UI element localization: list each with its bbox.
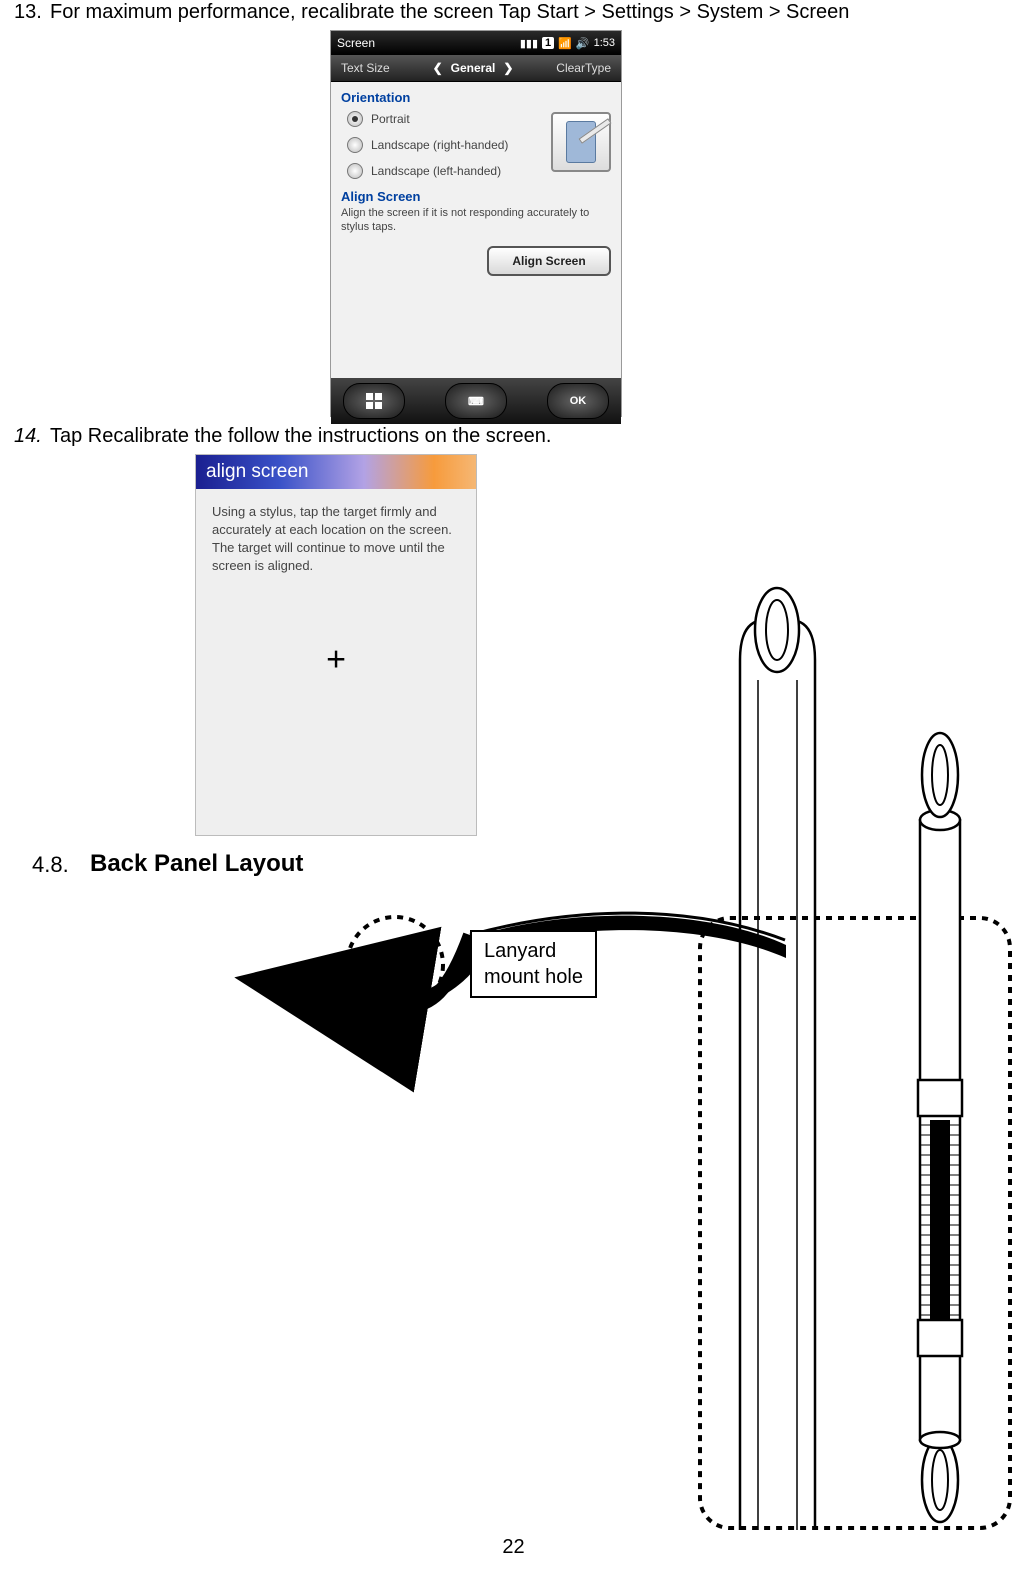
step-13-number: 13. xyxy=(14,0,42,24)
keyboard-icon: ⌨ xyxy=(468,395,484,408)
battery-icon: ▮▮▮ xyxy=(520,37,538,50)
page-number: 22 xyxy=(502,1536,524,1559)
align-screen-desc: Align the screen if it is not responding… xyxy=(341,206,611,234)
align-shot-title: align screen xyxy=(196,455,476,489)
step-13-text: For maximum performance, recalibrate the… xyxy=(50,0,970,24)
wm-title: Screen xyxy=(337,36,520,50)
wm-tab-bar: Text Size ❮ General ❯ ClearType xyxy=(331,55,621,82)
screen-settings-screenshot: Screen ▮▮▮ 1 📶 🔊 1:53 Text Size ❮ Genera… xyxy=(330,30,622,417)
radio-button-icon xyxy=(347,163,363,179)
section-number: 4.8. xyxy=(32,852,69,878)
volume-icon: 🔊 xyxy=(576,37,590,50)
wm-bottom-bar: ⌨ OK xyxy=(331,378,621,424)
tab-general[interactable]: ❮ General ❯ xyxy=(433,61,514,75)
signal-icon: 📶 xyxy=(558,37,572,50)
radio-landscape-right-label: Landscape (right-handed) xyxy=(371,138,508,152)
tab-general-label: General xyxy=(451,61,496,75)
ok-button[interactable]: OK xyxy=(547,383,609,419)
start-button[interactable] xyxy=(343,383,405,419)
align-shot-text: Using a stylus, tap the target firmly an… xyxy=(196,489,476,589)
align-screen-header: Align Screen xyxy=(341,189,611,204)
radio-button-icon xyxy=(347,137,363,153)
lanyard-label: Lanyard mount hole xyxy=(470,930,597,998)
orientation-preview xyxy=(551,112,611,172)
wm-body: Orientation Portrait Landscape (right-ha… xyxy=(331,82,621,378)
sim-indicator: 1 xyxy=(542,37,554,49)
step-14-number: 14. xyxy=(14,424,42,448)
step-14-text: Tap Recalibrate the follow the instructi… xyxy=(50,424,850,448)
wm-tray: ▮▮▮ 1 📶 🔊 1:53 xyxy=(520,37,615,50)
orientation-header: Orientation xyxy=(341,90,611,105)
align-screen-screenshot: align screen Using a stylus, tap the tar… xyxy=(195,454,477,836)
align-screen-button[interactable]: Align Screen xyxy=(487,246,611,276)
lanyard-label-line2: mount hole xyxy=(484,966,583,988)
lanyard-label-line1: Lanyard xyxy=(484,940,556,962)
wm-status-bar: Screen ▮▮▮ 1 📶 🔊 1:53 xyxy=(331,31,621,55)
keyboard-button[interactable]: ⌨ xyxy=(445,383,507,419)
tab-cleartype[interactable]: ClearType xyxy=(556,61,611,75)
radio-button-icon xyxy=(347,111,363,127)
clock-text: 1:53 xyxy=(594,37,615,49)
section-title: Back Panel Layout xyxy=(90,850,303,878)
windows-icon xyxy=(365,392,383,410)
chevron-left-icon: ❮ xyxy=(433,61,443,75)
radio-portrait-label: Portrait xyxy=(371,112,410,126)
radio-landscape-left-label: Landscape (left-handed) xyxy=(371,164,501,178)
tab-text-size[interactable]: Text Size xyxy=(341,61,390,75)
align-target-icon: + xyxy=(326,641,346,680)
chevron-right-icon: ❯ xyxy=(503,61,513,75)
